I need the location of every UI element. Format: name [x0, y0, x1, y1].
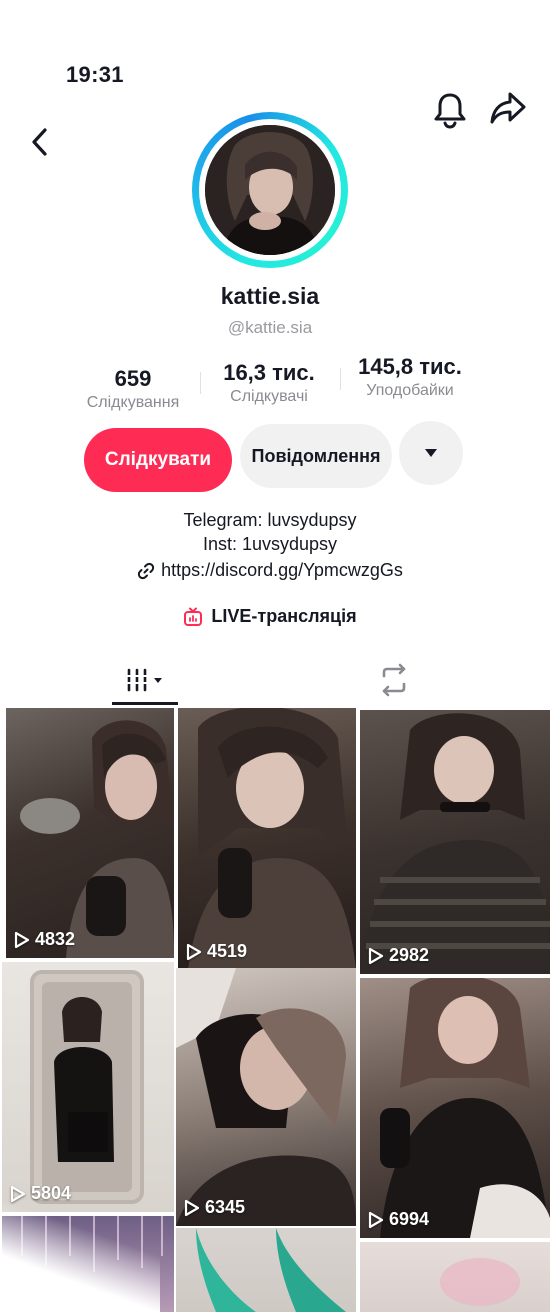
live-label: LIVE-трансляція [211, 606, 357, 626]
bio-line: Inst: 1uvsydupsy [202, 534, 338, 554]
follow-button[interactable]: Слідкувати [84, 428, 232, 492]
tab-videos[interactable] [112, 660, 178, 700]
view-count-value: 6994 [389, 1209, 430, 1229]
avatar-story-ring[interactable] [192, 112, 348, 268]
more-options-button[interactable] [399, 421, 463, 485]
stat-following-label: Слідкування [86, 394, 180, 411]
chevron-left-icon [32, 128, 47, 156]
view-count: 2982 [368, 945, 429, 966]
stat-likes-value: 145,8 тис. [358, 354, 462, 379]
play-icon [14, 931, 30, 948]
share-icon [490, 92, 526, 124]
play-icon [186, 943, 202, 960]
message-button[interactable]: Повідомлення [240, 424, 392, 488]
avatar [205, 125, 335, 255]
stat-likes[interactable]: 145,8 тис. Уподобайки [346, 354, 474, 400]
link-icon [137, 562, 155, 579]
view-count-value: 4832 [35, 929, 76, 949]
profile-link[interactable]: https://discord.gg/YpmcwzgGs [0, 560, 540, 581]
video-tile[interactable] [360, 1242, 550, 1312]
video-tile[interactable]: 5804 [2, 962, 174, 1212]
status-time: 19:31 [66, 62, 124, 87]
video-tile[interactable]: 2982 [360, 710, 550, 974]
caret-down-icon [425, 449, 437, 457]
stat-divider [340, 368, 341, 390]
video-tile[interactable]: 6345 [176, 968, 356, 1226]
bell-icon [434, 93, 466, 129]
grid-icon [126, 668, 162, 692]
play-icon [368, 947, 384, 964]
tab-reposts[interactable] [374, 660, 414, 700]
notifications-button[interactable] [432, 90, 468, 130]
repost-icon [382, 663, 406, 697]
view-count: 6994 [368, 1209, 429, 1230]
stat-followers-label: Слідкувачі [230, 388, 308, 405]
play-icon [184, 1199, 200, 1216]
video-tile[interactable] [176, 1228, 356, 1312]
back-button[interactable] [26, 124, 56, 160]
share-button[interactable] [488, 88, 528, 128]
profile-link-text: https://discord.gg/YpmcwzgGs [161, 560, 403, 580]
profile-handle: @kattie.sia [227, 318, 313, 337]
profile-username: kattie.sia [220, 283, 320, 309]
stat-divider [200, 372, 201, 394]
screen-edge-fade [0, 1180, 160, 1312]
stat-likes-label: Уподобайки [366, 382, 454, 399]
video-tile[interactable]: 6994 [360, 978, 550, 1238]
view-count: 4519 [186, 941, 247, 962]
live-button[interactable]: LIVE-трансляція [0, 606, 540, 627]
view-count: 6345 [184, 1197, 245, 1218]
bio-line: Telegram: luvsydupsy [183, 510, 357, 530]
stat-following-value: 659 [114, 366, 152, 391]
tab-active-indicator [112, 702, 178, 705]
stat-following[interactable]: 659 Слідкування [80, 366, 186, 412]
video-tile[interactable]: 4519 [178, 708, 356, 970]
stat-followers[interactable]: 16,3 тис. Слідкувачі [210, 360, 328, 406]
view-count-value: 2982 [389, 945, 430, 965]
stat-followers-value: 16,3 тис. [223, 360, 315, 385]
view-count-value: 4519 [207, 941, 248, 961]
view-count: 4832 [14, 929, 75, 950]
play-icon [368, 1211, 384, 1228]
live-tv-icon [184, 607, 203, 626]
video-tile[interactable]: 4832 [6, 708, 174, 958]
view-count-value: 6345 [205, 1197, 246, 1217]
